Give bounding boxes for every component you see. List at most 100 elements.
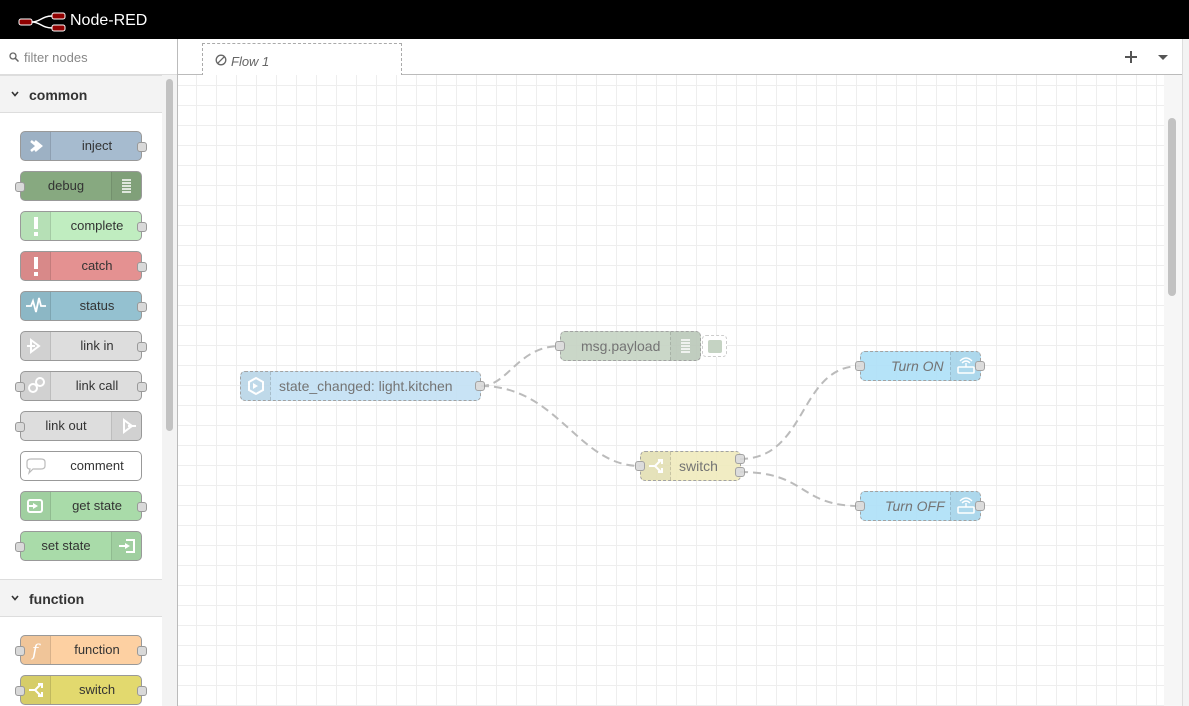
node-label: link out — [45, 418, 87, 433]
arrow-in-icon-box — [21, 132, 51, 160]
output-port — [137, 686, 147, 696]
add-flow-button[interactable] — [1123, 49, 1139, 65]
node-label: debug — [47, 178, 85, 193]
input-port — [15, 182, 25, 192]
node-label: inject — [81, 138, 113, 153]
function-icon: f — [30, 641, 41, 661]
wire-switch-to-off — [739, 471, 861, 507]
flow-canvas[interactable]: state_changed: light.kitchen msg.payload… — [178, 75, 1164, 706]
node-palette: common inject debug — [0, 39, 178, 706]
link-out-icon — [123, 418, 136, 434]
flow-node-turn-on[interactable]: Turn ON — [855, 351, 985, 381]
category-header-common[interactable]: common — [0, 75, 162, 113]
filter-nodes-input[interactable] — [22, 47, 172, 67]
svg-text:f: f — [30, 641, 41, 661]
palette-node-link-in[interactable]: link in — [20, 331, 147, 361]
wire-state-to-debug — [480, 345, 561, 387]
tab-label: Flow 1 — [231, 54, 270, 69]
pulse-icon — [26, 297, 46, 313]
node-red-logo-icon — [18, 12, 66, 32]
category-header-function[interactable]: function — [0, 579, 162, 617]
node-label: get state — [72, 498, 122, 513]
output-port-2[interactable] — [735, 467, 745, 477]
chevron-down-icon — [11, 595, 19, 601]
sign-in-icon-box — [111, 532, 141, 560]
list-icon-box — [111, 172, 141, 200]
palette-search — [0, 39, 177, 75]
sidebar-edge[interactable] — [1182, 39, 1189, 706]
palette-node-inject[interactable]: inject — [20, 131, 147, 161]
pulse-icon-box — [21, 292, 51, 320]
link-call-icon — [28, 377, 45, 393]
exclamation-icon — [34, 217, 38, 236]
list-icon — [122, 179, 131, 193]
output-port — [137, 262, 147, 272]
output-port[interactable] — [975, 501, 985, 511]
output-port — [137, 222, 147, 232]
sign-in-icon-box — [21, 492, 51, 520]
input-port[interactable] — [555, 341, 565, 351]
wire-state-to-switch — [480, 385, 641, 467]
search-icon — [9, 52, 19, 62]
input-port — [15, 382, 25, 392]
node-label: Turn ON — [891, 358, 944, 374]
exclamation-icon-box — [21, 252, 51, 280]
category-label: function — [29, 591, 85, 607]
palette-node-link-out[interactable]: link out — [15, 411, 142, 441]
home-assistant-icon — [248, 376, 264, 396]
node-label: link call — [75, 378, 119, 393]
function-icon-box: f — [21, 636, 51, 664]
workspace-tab-bar: Flow 1 — [178, 39, 1189, 76]
palette-node-status[interactable]: status — [20, 291, 147, 321]
output-port[interactable] — [475, 381, 485, 391]
list-icon-box — [670, 332, 700, 360]
output-port — [137, 502, 147, 512]
palette-node-get-state[interactable]: get state — [20, 491, 147, 521]
node-label: comment — [70, 458, 124, 473]
link-in-icon — [27, 338, 41, 354]
flow-node-switch[interactable]: switch — [635, 451, 745, 481]
output-port — [137, 646, 147, 656]
flow-node-state-changed[interactable]: state_changed: light.kitchen — [240, 371, 485, 401]
palette-node-complete[interactable]: complete — [20, 211, 147, 241]
output-port — [137, 142, 147, 152]
output-port[interactable] — [975, 361, 985, 371]
comment-icon-box — [21, 452, 51, 480]
tab-flow-1[interactable]: Flow 1 — [202, 43, 402, 76]
palette-node-comment[interactable]: comment — [20, 451, 142, 481]
link-call-icon-box — [21, 372, 51, 400]
switch-icon — [649, 459, 663, 473]
input-port[interactable] — [855, 501, 865, 511]
category-body-common: inject debug complete catch status link … — [0, 113, 162, 579]
flow-node-turn-off[interactable]: Turn OFF — [855, 491, 985, 521]
app-title: Node-RED — [70, 12, 148, 29]
workspace-scrollbar-thumb[interactable] — [1168, 118, 1176, 296]
input-port[interactable] — [855, 361, 865, 371]
output-port-1[interactable] — [735, 454, 745, 464]
input-port[interactable] — [635, 461, 645, 471]
output-port — [137, 302, 147, 312]
input-port — [15, 646, 25, 656]
wire-switch-to-on — [739, 365, 861, 460]
node-label: status — [79, 298, 115, 313]
node-label: complete — [70, 218, 124, 233]
palette-scrollbar-thumb[interactable] — [166, 79, 173, 431]
debug-toggle-button[interactable] — [702, 335, 727, 357]
palette-node-debug[interactable]: debug — [15, 171, 142, 201]
chevron-down-icon[interactable] — [1155, 49, 1171, 65]
flow-node-msg-payload[interactable]: msg.payload — [555, 331, 701, 361]
palette-node-set-state[interactable]: set state — [15, 531, 142, 561]
disabled-icon — [215, 54, 227, 66]
palette-node-function[interactable]: f function — [15, 635, 147, 665]
palette-node-switch[interactable]: switch — [15, 675, 147, 705]
switch-icon — [29, 683, 43, 697]
palette-node-catch[interactable]: catch — [20, 251, 147, 281]
node-label: catch — [81, 258, 113, 273]
node-label: msg.payload — [581, 338, 661, 354]
category-label: common — [29, 87, 88, 103]
sign-in-icon — [27, 499, 43, 513]
palette-node-link-call[interactable]: link call — [15, 371, 147, 401]
node-label: switch — [679, 458, 718, 474]
exclamation-icon — [34, 257, 38, 276]
input-port — [15, 422, 25, 432]
